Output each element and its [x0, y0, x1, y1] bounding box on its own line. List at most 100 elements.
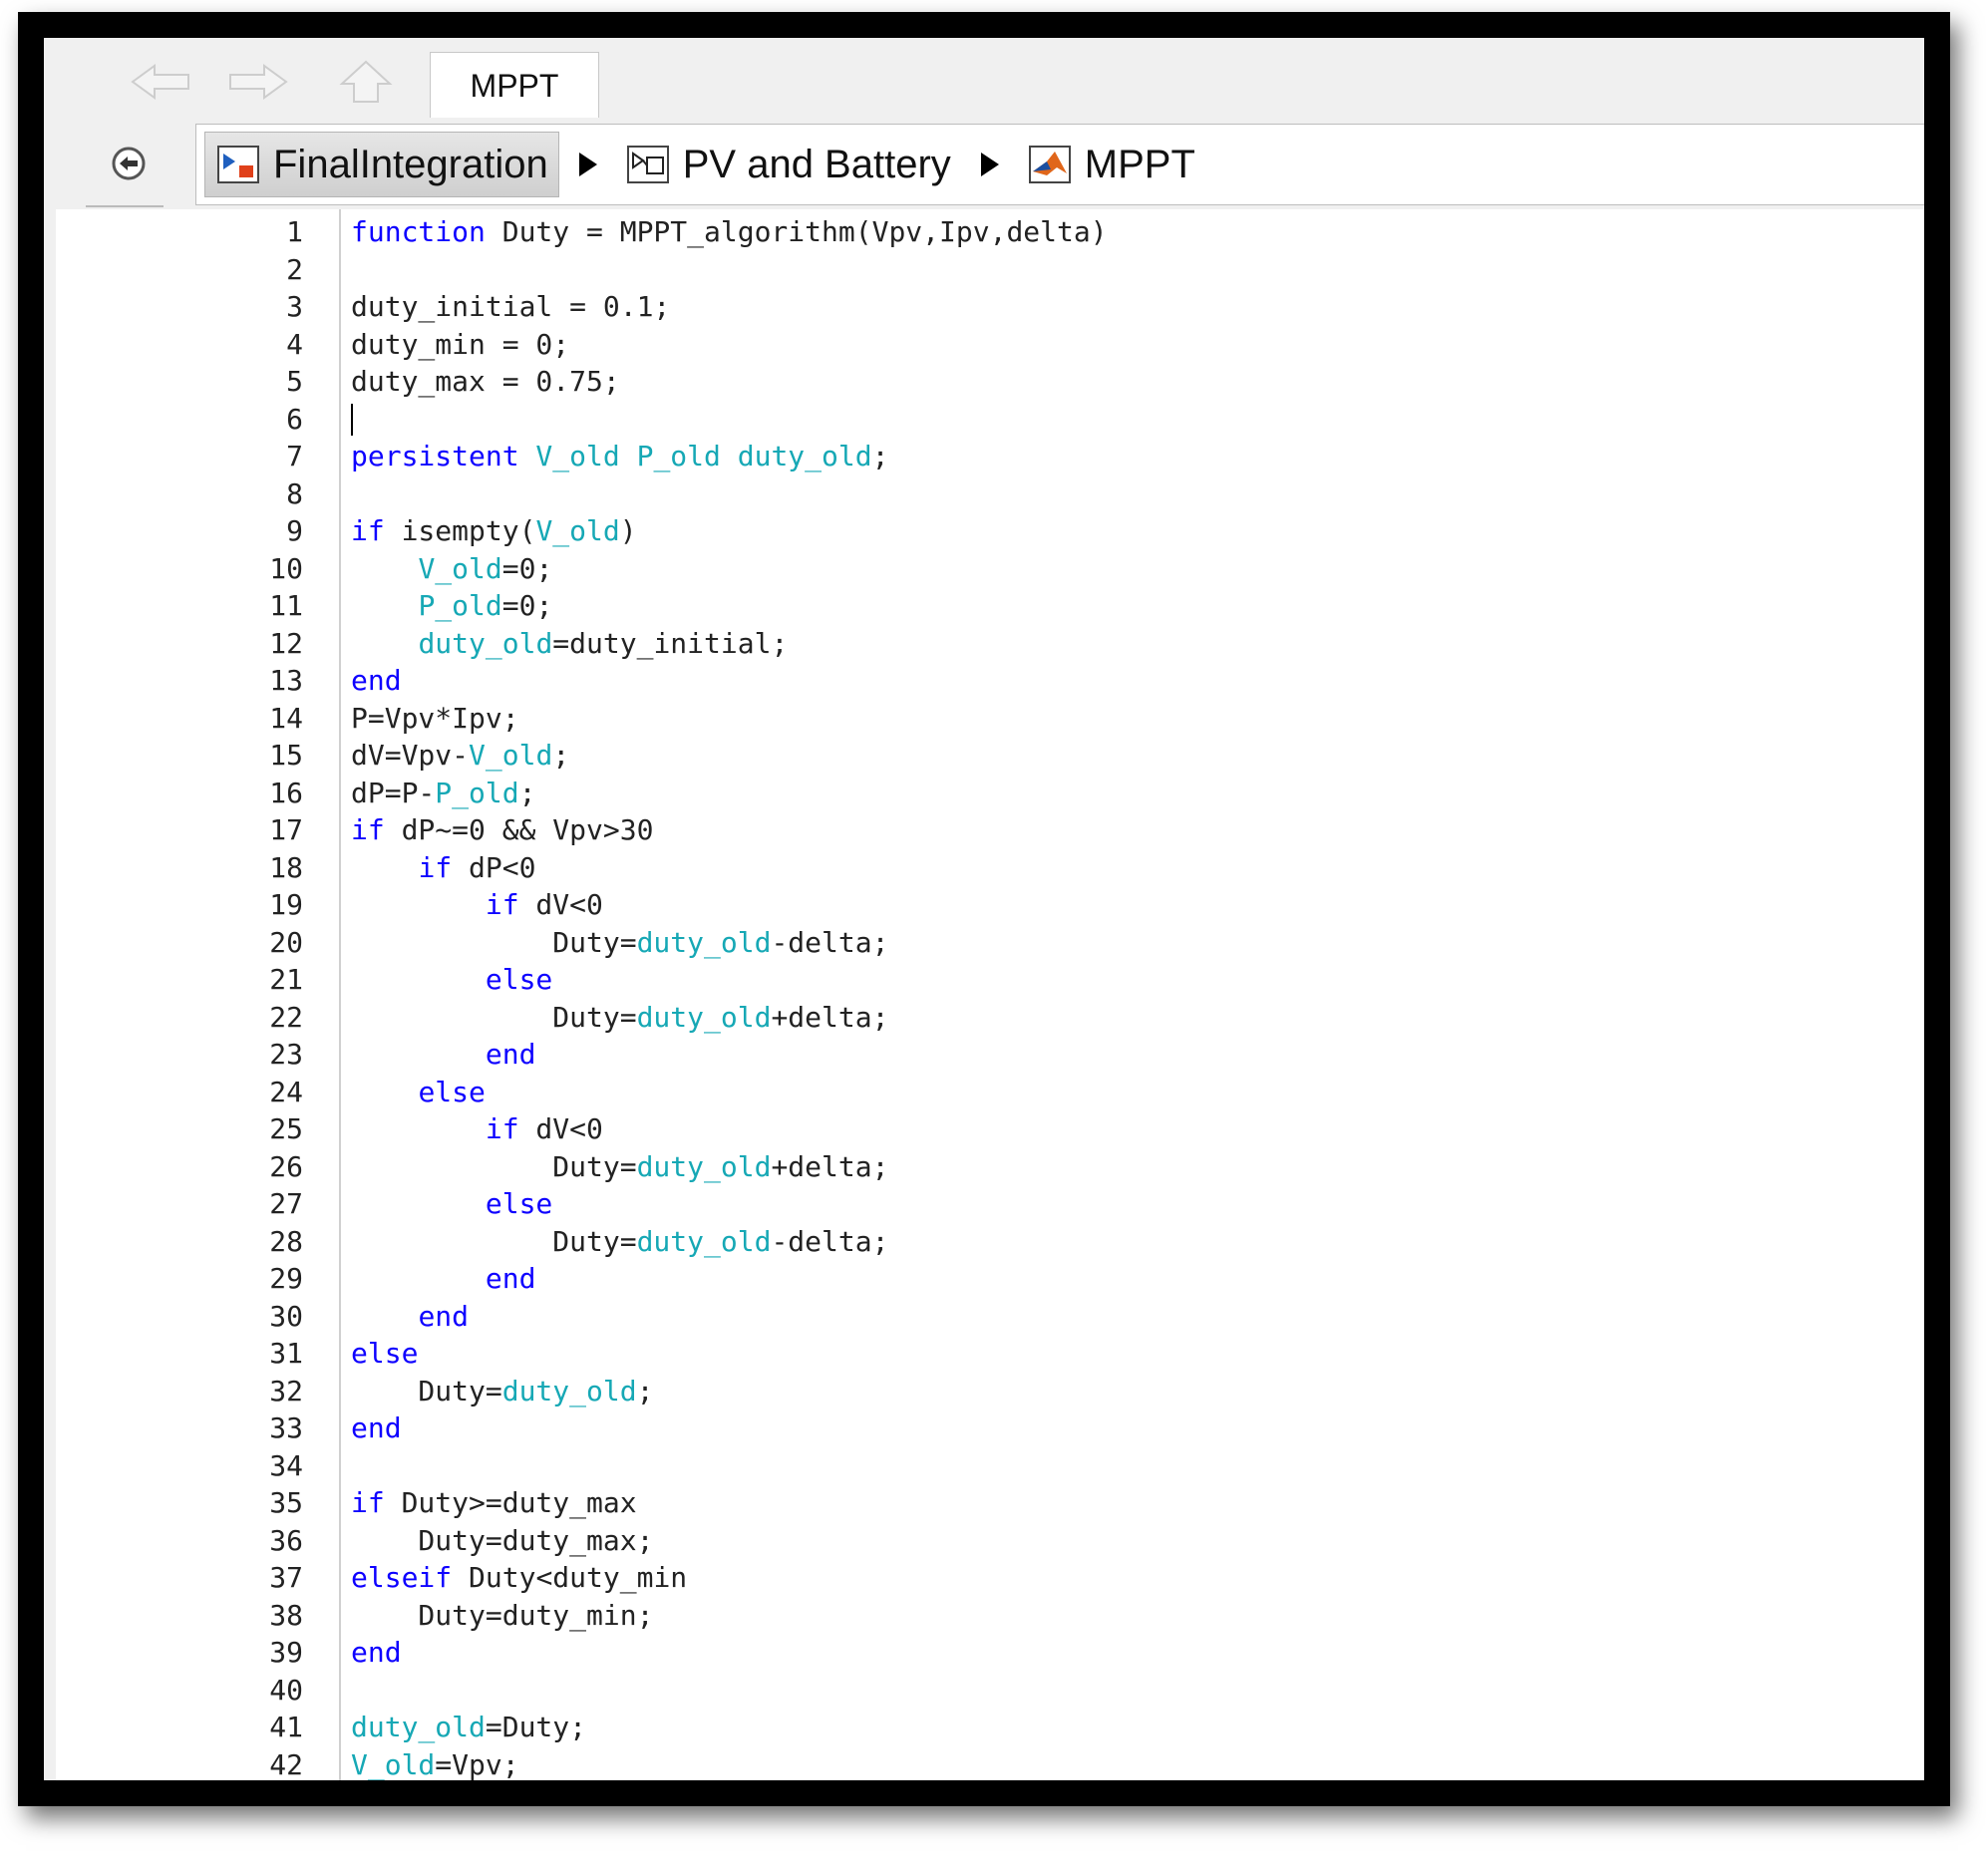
code-token: duty_old	[636, 925, 772, 959]
code-line[interactable]: duty_old=Duty;	[351, 1709, 586, 1746]
code-line[interactable]: if dV<0	[351, 886, 603, 924]
line-number: 35	[269, 1486, 303, 1519]
line-number: 32	[269, 1374, 303, 1407]
code-line[interactable]: if Duty>=duty_max	[351, 1484, 637, 1522]
code-line[interactable]: duty_old=duty_initial;	[351, 625, 788, 663]
code-line[interactable]: end	[351, 1409, 402, 1447]
code-line[interactable]: dV=Vpv-V_old;	[351, 737, 569, 775]
code-line[interactable]: duty_initial = 0.1;	[351, 288, 670, 326]
code-line[interactable]: if dV<0	[351, 1110, 603, 1148]
forward-button[interactable]	[223, 60, 293, 104]
code-token: if	[485, 888, 519, 921]
line-number: 24	[269, 1075, 303, 1108]
code-token: duty_old	[501, 1374, 637, 1407]
matlab-function-icon	[1028, 146, 1071, 183]
code-token: duty_initial = 0.1;	[351, 290, 671, 323]
code-token: duty_old	[351, 1711, 486, 1743]
line-number: 40	[269, 1673, 303, 1707]
line-number: 9	[286, 514, 303, 547]
code-line[interactable]: end	[351, 1634, 402, 1672]
code-line[interactable]: if dP~=0 && Vpv>30	[351, 811, 653, 849]
line-number: 22	[269, 1000, 303, 1034]
code-line[interactable]: end	[351, 1298, 469, 1336]
up-button[interactable]	[331, 60, 401, 104]
line-number: 34	[269, 1448, 303, 1482]
line-number: 31	[269, 1337, 303, 1370]
code-line[interactable]: if isempty(V_old)	[351, 512, 637, 550]
matlab-function-editor: MPPT FinalIntegration PV and Battery MPP…	[44, 38, 1924, 1780]
code-line[interactable]: persistent V_old P_old duty_old;	[351, 438, 888, 475]
code-token: if	[351, 1486, 385, 1519]
code-line[interactable]: Duty=duty_max;	[351, 1522, 653, 1560]
code-token: -delta;	[771, 1224, 889, 1258]
code-token: else	[485, 963, 553, 996]
code-token: duty_old	[636, 1149, 772, 1183]
code-token: Duty=duty_min;	[351, 1598, 654, 1632]
back-button[interactable]	[126, 60, 195, 104]
code-line[interactable]: Duty=duty_old-delta;	[351, 1223, 888, 1261]
line-number: 30	[269, 1299, 303, 1333]
code-token: =Vpv;	[435, 1747, 519, 1781]
code-token: ;	[552, 739, 570, 772]
code-line[interactable]: dP=P-P_old;	[351, 775, 535, 812]
code-line[interactable]: P=Vpv*Ipv;	[351, 700, 519, 738]
code-token: dV<0	[518, 888, 603, 921]
breadcrumb-item-mppt[interactable]: MPPT	[1017, 133, 1205, 196]
toolbar: MPPT	[56, 38, 1924, 119]
code-token: persistent	[351, 440, 519, 472]
code-token: isempty(	[384, 514, 536, 547]
line-number: 33	[269, 1411, 303, 1444]
text-cursor	[351, 403, 353, 436]
line-number: 29	[269, 1262, 303, 1295]
code-token: )	[619, 514, 637, 547]
line-number: 5	[286, 365, 303, 398]
breadcrumb-item-pv-and-battery[interactable]: PV and Battery	[615, 133, 961, 196]
code-token: duty_old	[636, 1224, 772, 1258]
code-line[interactable]: end	[351, 662, 402, 700]
code-token: dV<0	[518, 1112, 603, 1145]
code-token: Duty>=duty_max	[384, 1486, 637, 1519]
line-number: 26	[269, 1149, 303, 1183]
code-line[interactable]: Duty=duty_old+delta;	[351, 999, 888, 1037]
code-line[interactable]: function Duty = MPPT_algorithm(Vpv,Ipv,d…	[351, 213, 1108, 251]
code-editor[interactable]: 1 2 3 4 5 6 7 8 9 10 11 12 13 14 15 16 17 18 19 20 21 22 23 24 2…	[56, 209, 1924, 1780]
code-line[interactable]: else	[351, 961, 552, 999]
code-line[interactable]: end	[351, 1260, 536, 1298]
line-number: 2	[286, 252, 303, 286]
code-token: if	[351, 813, 385, 846]
code-line[interactable]: Duty=duty_min;	[351, 1597, 653, 1635]
window-frame: MPPT FinalIntegration PV and Battery MPP…	[18, 12, 1950, 1806]
line-number: 37	[269, 1561, 303, 1594]
code-line[interactable]: duty_max = 0.75;	[351, 363, 620, 401]
code-line[interactable]: P_old=0;	[351, 587, 552, 625]
code-line[interactable]: V_old=Vpv;	[351, 1746, 519, 1781]
line-number: 11	[269, 589, 303, 622]
code-token: V_old	[418, 551, 502, 585]
code-line[interactable]: else	[351, 1074, 485, 1111]
tab-mppt[interactable]: MPPT	[430, 52, 599, 119]
code-line[interactable]: V_old=0;	[351, 550, 552, 588]
line-number: 23	[269, 1038, 303, 1071]
breadcrumb-item-finalintegration[interactable]: FinalIntegration	[204, 132, 559, 197]
code-area[interactable]: function Duty = MPPT_algorithm(Vpv,Ipv,d…	[351, 209, 1924, 1780]
code-line[interactable]: end	[351, 1036, 536, 1074]
line-number: 38	[269, 1598, 303, 1632]
code-line[interactable]: Duty=duty_old;	[351, 1373, 653, 1410]
code-line[interactable]: duty_min = 0;	[351, 326, 569, 364]
code-line[interactable]: else	[351, 1335, 418, 1373]
code-line[interactable]: elseif Duty<duty_min	[351, 1559, 687, 1597]
line-number: 41	[269, 1711, 303, 1743]
code-line[interactable]: Duty=duty_old+delta;	[351, 1148, 888, 1186]
line-number: 1	[286, 215, 303, 248]
code-line[interactable]: else	[351, 1185, 552, 1223]
code-token: P_old	[418, 589, 502, 622]
code-token: =0;	[501, 551, 553, 585]
hide-browser-icon[interactable]	[111, 146, 147, 181]
code-line[interactable]: Duty=duty_old-delta;	[351, 924, 888, 962]
line-number: 3	[286, 290, 303, 323]
code-line[interactable]: if dP<0	[351, 849, 535, 887]
code-token: Duty=	[351, 1000, 637, 1034]
